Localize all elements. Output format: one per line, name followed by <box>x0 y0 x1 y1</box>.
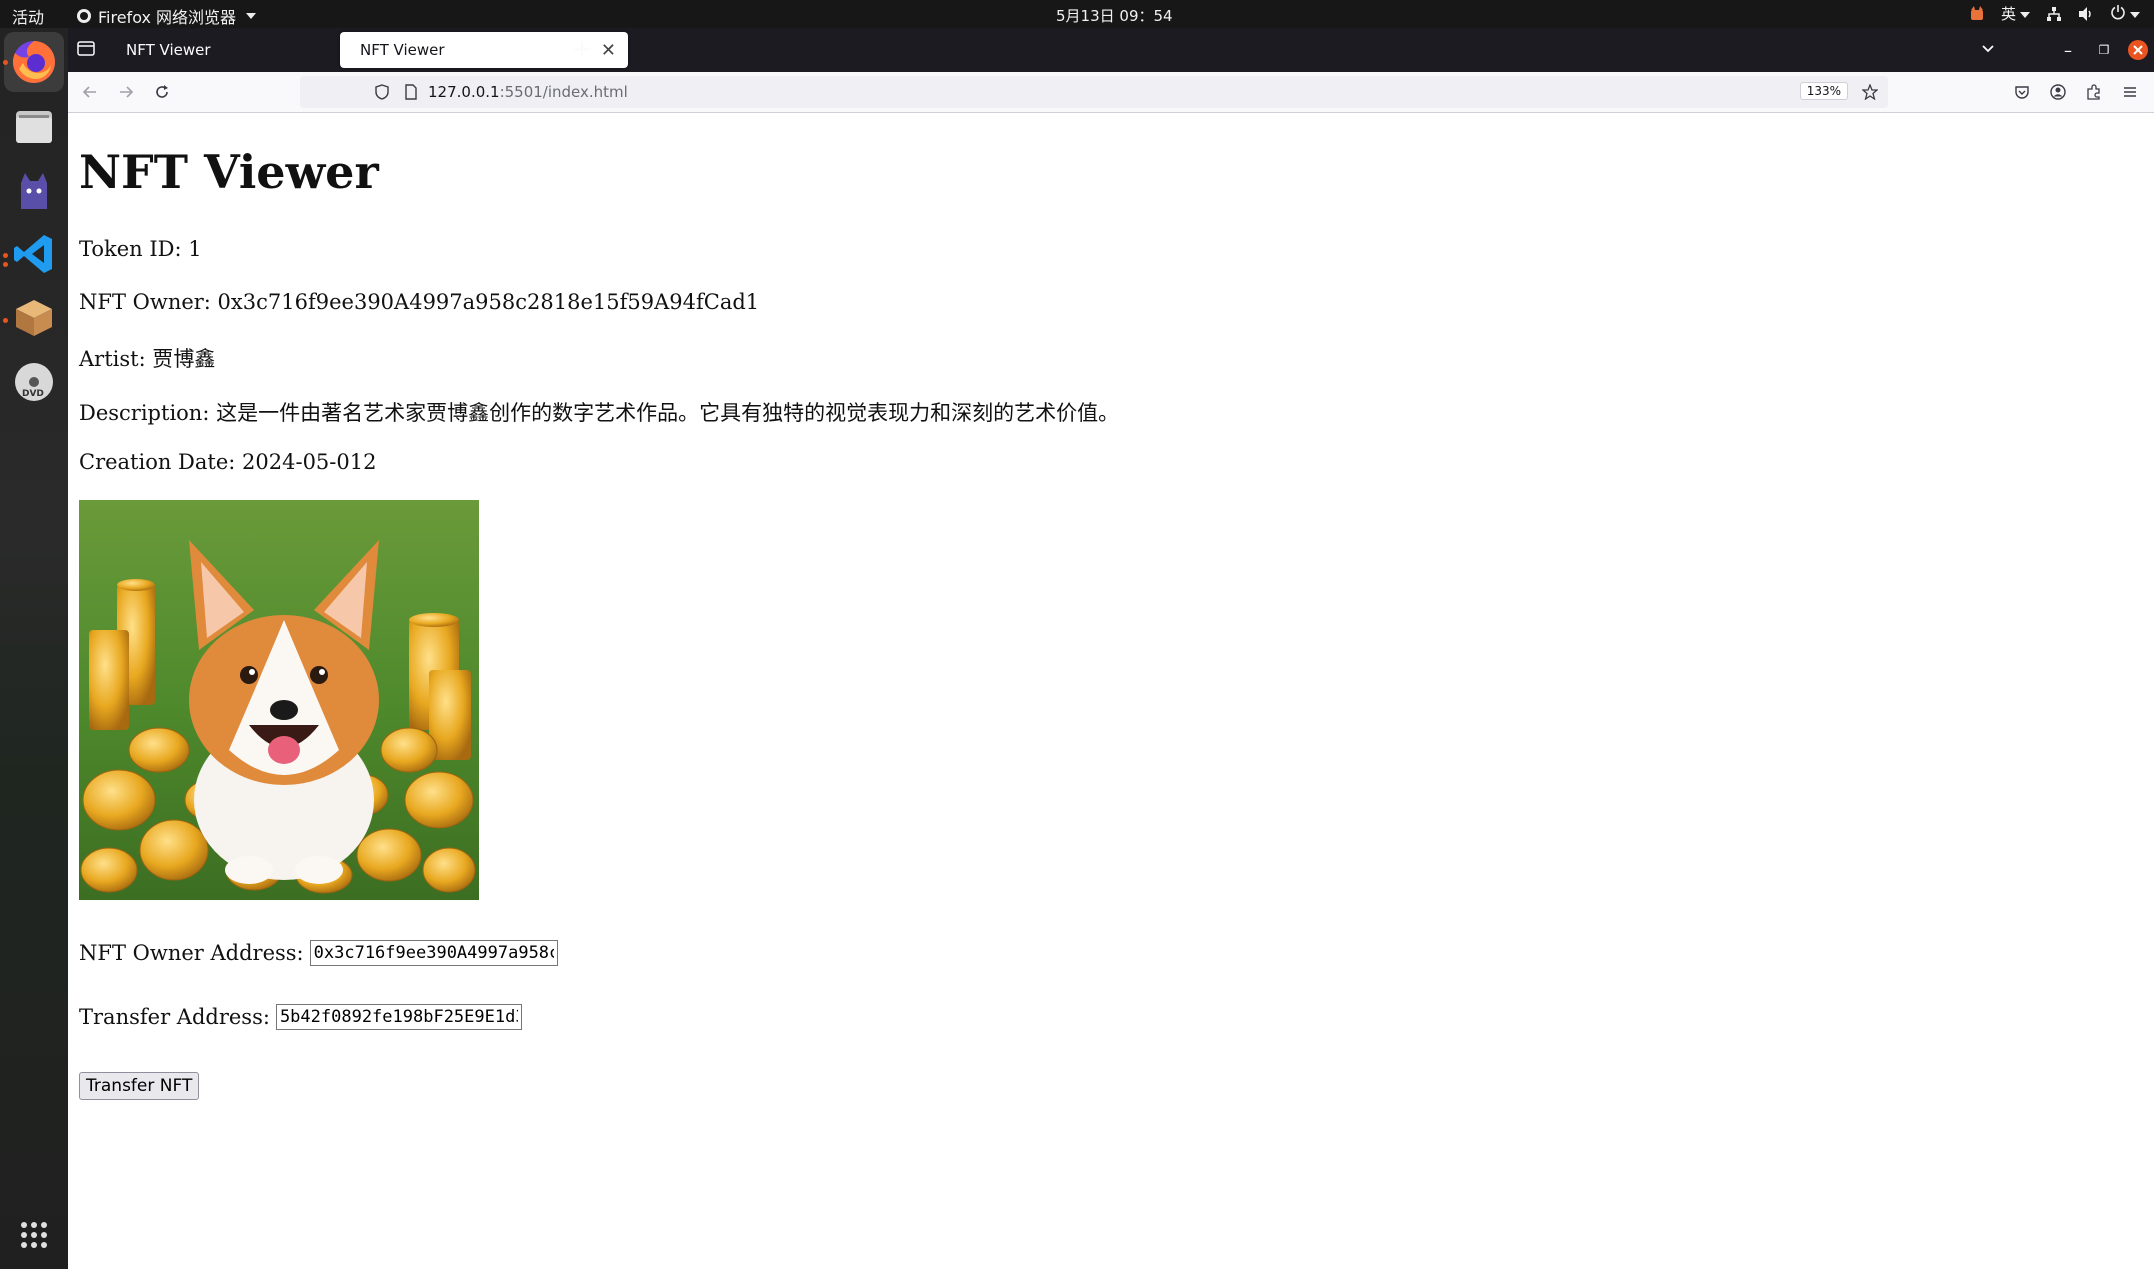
dock-box-app[interactable] <box>10 294 58 342</box>
extensions-button[interactable] <box>2080 78 2108 106</box>
octocat-icon <box>21 173 47 209</box>
page-info-icon[interactable] <box>404 84 418 100</box>
dvd-disc-icon: DVD <box>15 363 53 401</box>
creation-date: Creation Date: 2024-05-012 <box>79 450 377 474</box>
system-top-bar: 活动 Firefox 网络浏览器 5月13日 09：54 英 <box>0 0 2154 28</box>
svg-text:DVD: DVD <box>22 389 44 399</box>
dock-files[interactable] <box>10 102 58 150</box>
nft-owner: NFT Owner: 0x3c716f9ee390A4997a958c2818e… <box>79 290 760 314</box>
web-page: NFT Viewer Token ID: 1 NFT Owner: 0x3c71… <box>68 113 2154 1269</box>
transfer-address-row: Transfer Address: <box>79 1004 522 1030</box>
corgi-with-gold-coins-image <box>79 500 479 900</box>
bookmark-star-icon[interactable] <box>1862 84 1878 100</box>
app-menu-label: Firefox 网络浏览器 <box>98 8 237 27</box>
transfer-nft-button[interactable]: Transfer NFT <box>79 1072 200 1100</box>
dock-firefox[interactable] <box>4 32 64 92</box>
app-grid-icon <box>21 1222 47 1248</box>
dock-vscode[interactable] <box>10 230 58 278</box>
reload-icon <box>156 85 168 98</box>
new-tab-button[interactable]: + <box>572 36 592 62</box>
volume-icon[interactable] <box>2078 6 2094 22</box>
running-indicator <box>3 318 8 323</box>
firefox-icon <box>12 41 55 83</box>
restore-icon: ❐ <box>2098 43 2110 57</box>
close-window-button[interactable] <box>2124 36 2152 64</box>
firefox-small-icon <box>77 9 91 23</box>
chevron-down-icon <box>246 13 257 19</box>
page-title: NFT Viewer <box>79 145 379 199</box>
url-bar[interactable]: 127.0.0.1:5501/index.html 133% <box>300 76 1888 108</box>
hamburger-menu-icon <box>2124 87 2136 97</box>
tab-label: NFT Viewer <box>360 41 445 59</box>
network-icon[interactable] <box>2046 6 2062 22</box>
chevron-down-icon <box>1982 45 1994 53</box>
url-path: :5501/index.html <box>499 83 628 101</box>
close-icon <box>2128 40 2148 60</box>
power-menu[interactable] <box>2110 4 2140 24</box>
firefox-view-button[interactable] <box>76 38 96 62</box>
menu-button[interactable] <box>2116 78 2144 106</box>
navigation-toolbar: 127.0.0.1:5501/index.html 133% <box>68 72 2154 113</box>
owner-address-label: NFT Owner Address: <box>79 941 304 965</box>
back-button[interactable] <box>76 78 104 106</box>
arrow-left-icon <box>82 86 96 98</box>
owner-address-row: NFT Owner Address: <box>79 940 558 966</box>
app-menu[interactable]: Firefox 网络浏览器 <box>76 4 257 28</box>
zoom-indicator[interactable]: 133% <box>1799 82 1848 100</box>
puzzle-icon <box>2087 84 2100 100</box>
chevron-down-icon <box>2020 11 2030 18</box>
pocket-icon <box>2015 86 2029 99</box>
box-icon <box>16 300 52 336</box>
arrow-right-icon <box>120 86 134 98</box>
close-tab-icon[interactable]: ✕ <box>601 40 616 61</box>
input-method-label: 英 <box>2000 5 2016 23</box>
firefox-view-icon <box>77 41 95 56</box>
dock-github-desktop[interactable] <box>10 166 58 214</box>
power-icon <box>2111 4 2125 19</box>
description: Description: 这是一件由著名艺术家贾博鑫创作的数字艺术作品。它具有独… <box>79 401 1120 425</box>
dock-show-apps[interactable] <box>10 1211 58 1259</box>
minimize-icon: – <box>2064 40 2072 60</box>
dock-dvd[interactable]: DVD <box>10 358 58 406</box>
transfer-address-label: Transfer Address: <box>79 1005 270 1029</box>
system-tray[interactable]: 英 <box>1969 3 2140 24</box>
clock[interactable]: 5月13日 09：54 <box>1056 5 1173 26</box>
list-all-tabs-button[interactable] <box>1980 40 1996 60</box>
token-id: Token ID: 1 <box>79 237 202 261</box>
activities-button[interactable]: 活动 <box>12 4 44 28</box>
url-host: 127.0.0.1 <box>428 83 500 101</box>
running-indicator <box>3 253 8 258</box>
account-button[interactable] <box>2044 78 2072 106</box>
input-method-indicator[interactable]: 英 <box>2001 3 2030 24</box>
account-icon <box>2050 84 2066 100</box>
running-indicator <box>3 60 8 65</box>
dock: DVD <box>0 28 68 1269</box>
folder-icon <box>16 111 52 143</box>
pocket-button[interactable] <box>2008 78 2036 106</box>
nft-image <box>79 500 479 900</box>
tab-label: NFT Viewer <box>126 41 211 59</box>
chevron-down-icon <box>2130 12 2140 18</box>
vscode-icon <box>14 235 52 273</box>
restore-button[interactable]: ❐ <box>2090 36 2118 64</box>
minimize-button[interactable]: – <box>2054 36 2082 64</box>
cat-app-indicator-icon[interactable] <box>1969 5 1985 22</box>
forward-button[interactable] <box>112 78 140 106</box>
owner-address-input[interactable] <box>309 940 558 966</box>
shield-icon[interactable] <box>374 84 390 100</box>
plus-icon: + <box>572 35 593 63</box>
artist: Artist: 贾博鑫 <box>79 347 216 371</box>
transfer-address-input[interactable] <box>275 1004 522 1030</box>
tab-strip: NFT Viewer ✕ NFT Viewer ✕ + – ❐ <box>68 28 2154 72</box>
reload-button[interactable] <box>148 78 176 106</box>
running-indicator <box>3 262 8 267</box>
